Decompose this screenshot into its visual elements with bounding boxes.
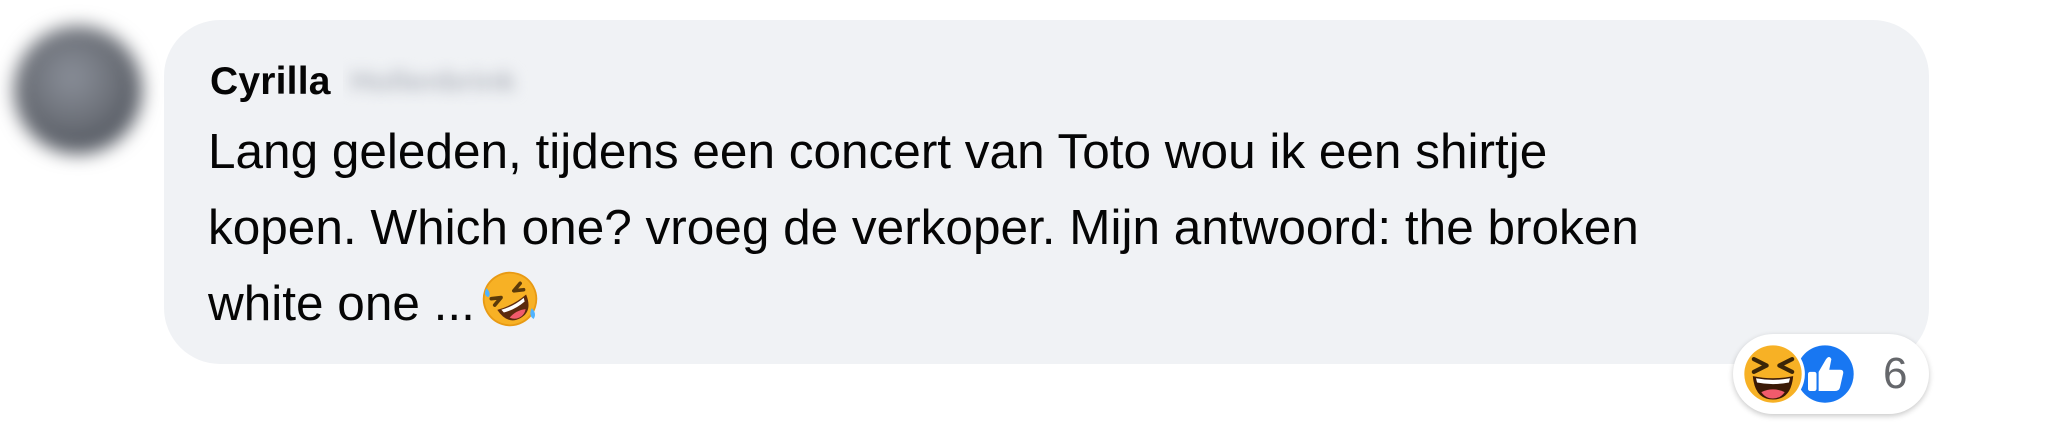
reactions-summary[interactable]: 6: [1733, 334, 1929, 414]
author-name-blurred: Hollenbrink: [350, 65, 516, 98]
haha-reaction-icon: [1741, 342, 1805, 406]
comment-author[interactable]: Cyrilla Hollenbrink: [210, 56, 643, 108]
rolling-on-floor-laughing-emoji: [482, 271, 538, 327]
author-name[interactable]: Cyrilla: [210, 60, 331, 104]
comment-body: Lang geleden, tijdens een concert van To…: [208, 124, 1639, 331]
reaction-count[interactable]: 6: [1883, 342, 1907, 406]
comment-text: Lang geleden, tijdens een concert van To…: [208, 114, 1918, 342]
avatar[interactable]: [14, 26, 142, 154]
